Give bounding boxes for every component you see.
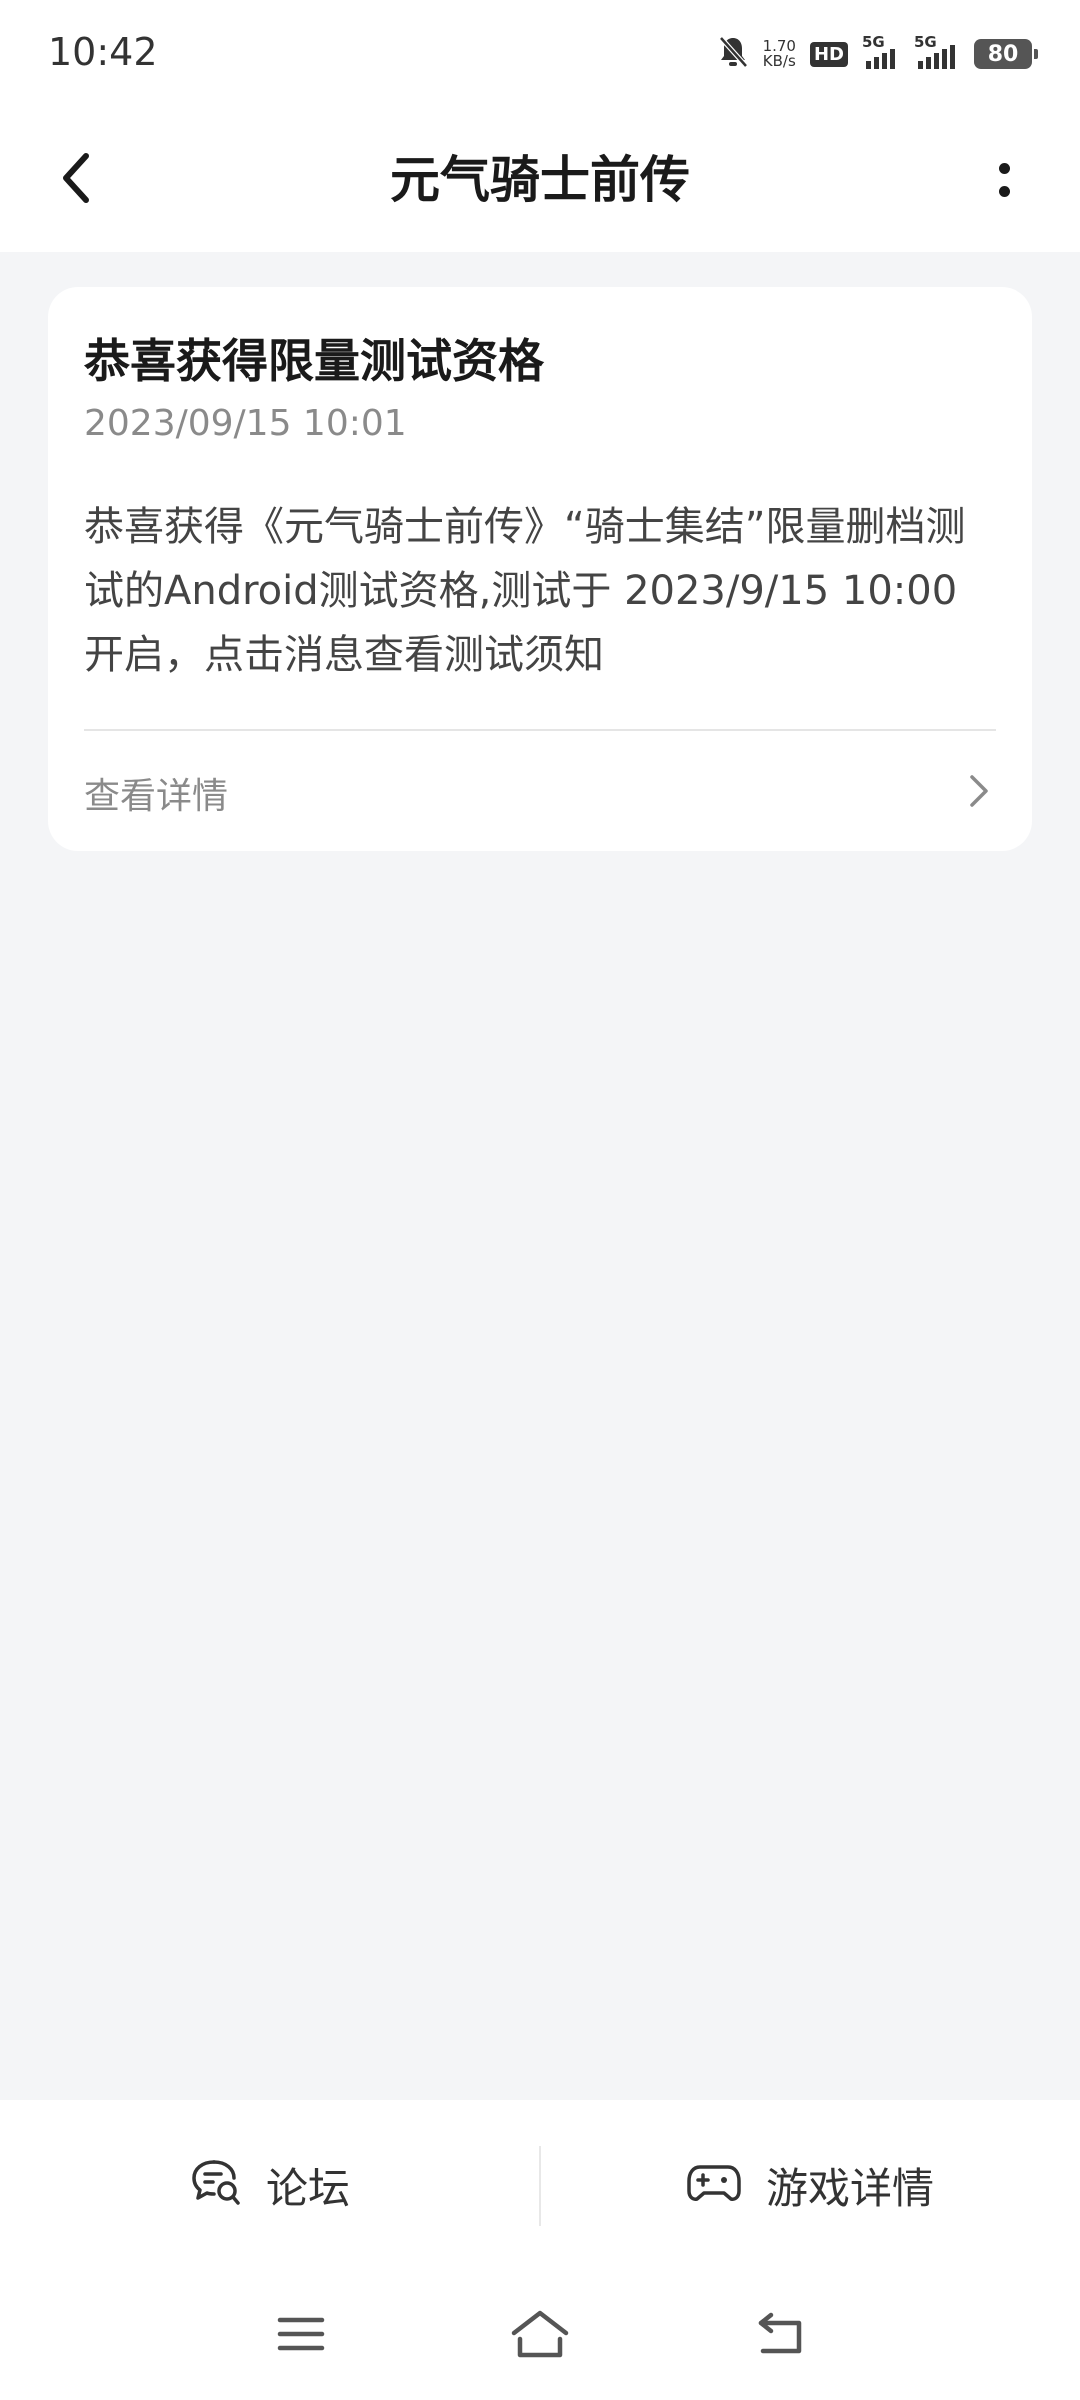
home-icon <box>510 2309 570 2363</box>
net-speed-unit: KB/s <box>762 52 796 70</box>
sim1-label: 5G <box>862 33 885 51</box>
chevron-left-icon <box>56 150 96 210</box>
back-icon <box>755 2311 805 2361</box>
message-title: 恭喜获得限量测试资格 <box>84 334 544 388</box>
back-button[interactable] <box>36 140 116 220</box>
signal-icon: 5G <box>862 33 900 69</box>
bottom-action-bar: 论坛 游戏详情 <box>0 2100 1080 2270</box>
status-bar: 10:42 1.70 KB/s HD 5G 5G 80 <box>0 0 1080 110</box>
net-speed: 1.70 KB/s <box>763 39 796 69</box>
status-time: 10:42 <box>48 30 158 74</box>
status-icons: 1.70 KB/s HD 5G 5G 80 <box>717 33 1038 74</box>
game-details-label: 游戏详情 <box>765 2163 934 2213</box>
app-header: 元气骑士前传 <box>0 110 1080 252</box>
home-button[interactable] <box>505 2306 575 2366</box>
chevron-right-icon <box>960 771 996 811</box>
battery-icon: 80 <box>974 39 1038 69</box>
forum-icon <box>190 2158 242 2212</box>
more-vertical-icon-dot <box>998 186 1010 197</box>
game-details-button[interactable]: 游戏详情 <box>540 2100 1080 2270</box>
message-body: 恭喜获得《元气骑士前传》“骑士集结”限量删档测试的Android测试资格,测试于… <box>84 504 966 678</box>
recent-apps-button[interactable] <box>266 2306 336 2366</box>
hd-icon: HD <box>809 41 848 67</box>
view-details-link[interactable]: 查看详情 <box>48 731 1032 851</box>
system-back-button[interactable] <box>745 2306 815 2366</box>
more-vertical-icon-dot <box>998 163 1010 174</box>
signal-icon: 5G <box>914 33 960 69</box>
forum-label: 论坛 <box>265 2163 350 2213</box>
view-details-label: 查看详情 <box>84 776 229 817</box>
page-title: 元气骑士前传 <box>390 151 690 209</box>
message-card[interactable]: 恭喜获得限量测试资格 2023/09/15 10:01 恭喜获得《元气骑士前传》… <box>48 287 1032 851</box>
bell-off-icon <box>717 35 749 73</box>
forum-button[interactable]: 论坛 <box>0 2100 540 2270</box>
system-nav-bar <box>0 2270 1080 2400</box>
gamepad-icon <box>686 2161 742 2209</box>
more-options-button[interactable] <box>964 140 1044 220</box>
menu-icon <box>276 2314 326 2358</box>
sim2-label: 5G <box>914 33 937 51</box>
message-date: 2023/09/15 10:01 <box>84 403 407 444</box>
